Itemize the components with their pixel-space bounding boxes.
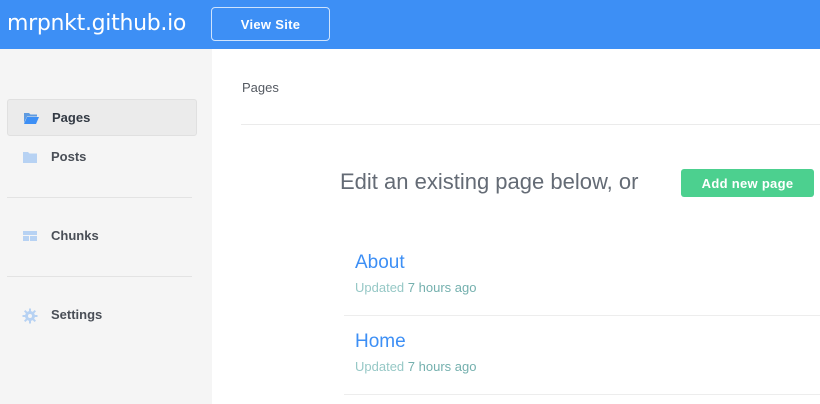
list-item: Home Updated 7 hours ago (355, 331, 820, 374)
updated-meta: Updated 7 hours ago (355, 280, 820, 295)
updated-time: 7 hours ago (407, 280, 477, 295)
site-title[interactable]: mrpnkt.github.io (7, 11, 186, 36)
sidebar-item-label: Chunks (51, 228, 99, 243)
page-link-about[interactable]: About (355, 252, 820, 274)
list-divider (344, 315, 820, 316)
updated-meta: Updated 7 hours ago (355, 359, 820, 374)
sidebar-item-pages[interactable]: Pages (7, 99, 197, 136)
updated-time: 7 hours ago (407, 359, 477, 374)
folder-open-icon (23, 111, 39, 125)
chunks-icon (22, 229, 38, 243)
breadcrumb: Pages (242, 80, 279, 95)
sidebar-item-label: Settings (51, 307, 103, 322)
folder-icon (22, 150, 38, 164)
list-item: About Updated 7 hours ago (355, 252, 820, 295)
sidebar-divider (7, 276, 192, 277)
page-headline: Edit an existing page below, or (340, 169, 639, 194)
gear-icon (22, 308, 38, 323)
main-content: Pages Edit an existing page below, or Ad… (212, 49, 820, 404)
updated-prefix: Updated (355, 280, 405, 295)
header-divider (241, 124, 820, 125)
sidebar-item-settings[interactable]: Settings (7, 296, 197, 333)
sidebar: Pages Posts Chunks Settings (0, 49, 212, 404)
page-link-home[interactable]: Home (355, 331, 820, 353)
top-bar: mrpnkt.github.io View Site (0, 0, 820, 49)
sidebar-item-label: Pages (52, 110, 91, 125)
sidebar-item-chunks[interactable]: Chunks (7, 217, 197, 254)
sidebar-item-label: Posts (51, 149, 87, 164)
sidebar-item-posts[interactable]: Posts (7, 138, 197, 175)
add-new-page-button[interactable]: Add new page (681, 169, 814, 197)
sidebar-divider (7, 197, 192, 198)
view-site-button[interactable]: View Site (211, 7, 330, 41)
updated-prefix: Updated (355, 359, 405, 374)
list-divider (344, 394, 820, 395)
